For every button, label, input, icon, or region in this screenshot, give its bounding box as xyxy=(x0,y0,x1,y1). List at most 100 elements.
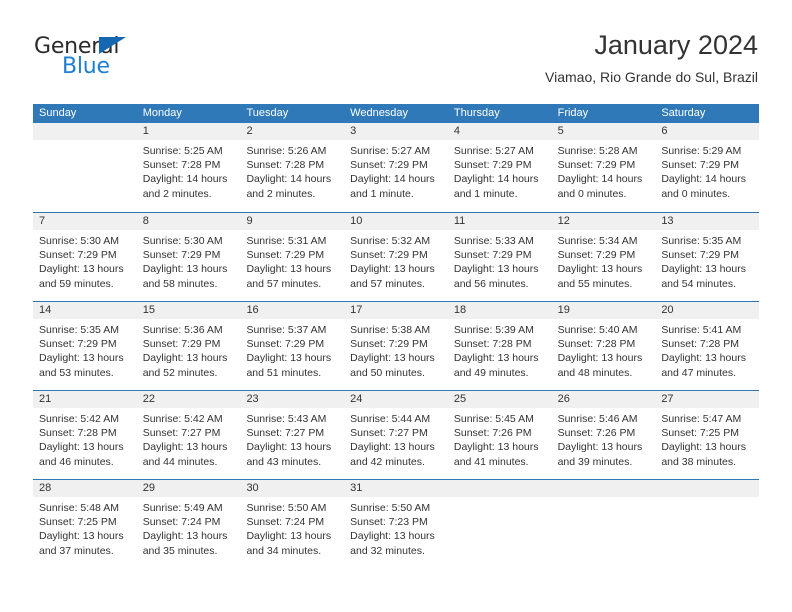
day-number: 25 xyxy=(453,393,467,405)
day-number-band: 10 xyxy=(344,213,448,230)
sunset-text: Sunset: 7:28 PM xyxy=(453,338,532,351)
day-detail: Sunrise: 5:30 AM Sunset: 7:29 PM Daylight:… xyxy=(33,230,137,291)
daylight-text: Daylight: 13 hours xyxy=(557,263,643,276)
weekday-header-wednesday: Wednesday xyxy=(350,107,409,119)
calendar-day-cell[interactable]: 3 Sunrise: 5:27 AM Sunset: 7:29 PM Daylight… xyxy=(344,123,448,212)
calendar-day-cell[interactable]: 31 Sunrise: 5:50 AM Sunset: 7:23 PM Dayligh… xyxy=(344,480,448,568)
calendar-day-cell[interactable]: 28 Sunrise: 5:48 AM Sunset: 7:25 PM Dayligh… xyxy=(33,480,137,568)
day-number: 13 xyxy=(661,215,674,227)
weekday-header-tuesday: Tuesday xyxy=(246,107,289,119)
calendar-day-cell[interactable]: 24 Sunrise: 5:44 AM Sunset: 7:27 PM Dayligh… xyxy=(344,391,448,479)
sunset-text: Sunset: 7:25 PM xyxy=(661,427,739,440)
day-detail: Sunrise: 5:38 AM Sunset: 7:29 PM Daylight:… xyxy=(344,319,448,380)
calendar-day-cell[interactable]: 29 Sunrise: 5:49 AM Sunset: 7:24 PM Dayligh… xyxy=(136,480,241,568)
day-number-band: 25 xyxy=(447,391,552,408)
calendar-day-cell[interactable]: 13 Sunrise: 5:35 AM Sunset: 7:29 PM Dayligh… xyxy=(655,213,760,301)
calendar-day-cell[interactable]: 19 Sunrise: 5:40 AM Sunset: 7:28 PM Dayligh… xyxy=(551,302,656,390)
day-number-band: 2 xyxy=(240,123,345,140)
calendar-day-cell[interactable]: 7 Sunrise: 5:30 AM Sunset: 7:29 PM Daylight… xyxy=(33,213,137,301)
sunset-text: Sunset: 7:27 PM xyxy=(246,427,325,440)
sunrise-text: Sunrise: 5:39 AM xyxy=(453,324,534,336)
sunset-text: Sunset: 7:29 PM xyxy=(350,249,428,262)
sunrise-text: Sunrise: 5:49 AM xyxy=(142,502,223,514)
day-number-band: 31 xyxy=(344,480,448,497)
brand-name-blue: Blue xyxy=(62,54,110,79)
calendar-day-cell[interactable]: 15 Sunrise: 5:36 AM Sunset: 7:29 PM Dayligh… xyxy=(136,302,241,390)
daylight-text: Daylight: 13 hours xyxy=(142,263,228,276)
calendar-day-cell[interactable]: 4 Sunrise: 5:27 AM Sunset: 7:29 PM Daylight… xyxy=(447,123,552,212)
calendar-day-cell[interactable]: 6 Sunrise: 5:29 AM Sunset: 7:29 PM Daylight… xyxy=(655,123,760,212)
weekday-header-thursday: Thursday xyxy=(453,107,500,119)
daylight-text: and 57 minutes. xyxy=(350,277,425,290)
day-number: 2 xyxy=(246,125,253,137)
daylight-text: Daylight: 13 hours xyxy=(350,352,435,365)
calendar-day-cell[interactable]: 10 Sunrise: 5:32 AM Sunset: 7:29 PM Dayligh… xyxy=(344,213,448,301)
sunrise-text: Sunrise: 5:34 AM xyxy=(557,235,638,247)
calendar-day-cell[interactable]: 30 Sunrise: 5:50 AM Sunset: 7:24 PM Dayligh… xyxy=(240,480,345,568)
day-detail: Sunrise: 5:26 AM Sunset: 7:28 PM Daylight:… xyxy=(240,140,344,201)
calendar-day-cell[interactable]: 25 Sunrise: 5:45 AM Sunset: 7:26 PM Dayligh… xyxy=(447,391,552,479)
calendar-day-cell[interactable]: 11 Sunrise: 5:33 AM Sunset: 7:29 PM Dayligh… xyxy=(447,213,552,301)
daylight-text: Daylight: 13 hours xyxy=(350,530,435,543)
day-detail: Sunrise: 5:29 AM Sunset: 7:29 PM Daylight:… xyxy=(655,140,759,201)
sunrise-text: Sunrise: 5:25 AM xyxy=(142,145,223,157)
sunset-text: Sunset: 7:29 PM xyxy=(39,249,117,262)
brand-logo[interactable]: General Blue xyxy=(34,36,254,94)
calendar-day-cell[interactable]: 21 Sunrise: 5:42 AM Sunset: 7:28 PM Dayligh… xyxy=(33,391,137,479)
day-number-band: 21 xyxy=(33,391,137,408)
calendar-day-cell[interactable]: 18 Sunrise: 5:39 AM Sunset: 7:28 PM Dayligh… xyxy=(447,302,552,390)
day-detail: Sunrise: 5:27 AM Sunset: 7:29 PM Daylight:… xyxy=(448,140,552,201)
calendar-day-cell[interactable]: 16 Sunrise: 5:37 AM Sunset: 7:29 PM Dayligh… xyxy=(240,302,345,390)
calendar-day-cell[interactable]: 1 Sunrise: 5:25 AM Sunset: 7:28 PM Daylight… xyxy=(136,123,241,212)
calendar-day-cell[interactable]: 8 Sunrise: 5:30 AM Sunset: 7:29 PM Daylight… xyxy=(136,213,241,301)
daylight-text: and 38 minutes. xyxy=(661,455,737,468)
day-detail: Sunrise: 5:33 AM Sunset: 7:29 PM Daylight:… xyxy=(448,230,552,291)
title-block: January 2024 Viamao, Rio Grande do Sul, … xyxy=(545,28,758,87)
day-number: 16 xyxy=(246,304,259,316)
calendar-day-cell[interactable]: 2 Sunrise: 5:26 AM Sunset: 7:28 PM Daylight… xyxy=(240,123,345,212)
calendar-day-cell[interactable]: 26 Sunrise: 5:46 AM Sunset: 7:26 PM Dayligh… xyxy=(551,391,656,479)
calendar-day-cell[interactable]: 5 Sunrise: 5:28 AM Sunset: 7:29 PM Daylight… xyxy=(551,123,656,212)
calendar-day-cell[interactable]: 9 Sunrise: 5:31 AM Sunset: 7:29 PM Daylight… xyxy=(240,213,345,301)
day-number-band: 24 xyxy=(344,391,448,408)
day-detail: Sunrise: 5:25 AM Sunset: 7:28 PM Daylight:… xyxy=(137,140,241,201)
sunset-text: Sunset: 7:27 PM xyxy=(142,427,221,440)
day-number: 15 xyxy=(142,304,155,316)
daylight-text: and 49 minutes. xyxy=(453,366,529,379)
calendar-day-cell[interactable]: 12 Sunrise: 5:34 AM Sunset: 7:29 PM Dayligh… xyxy=(551,213,656,301)
sunset-text: Sunset: 7:29 PM xyxy=(557,249,636,262)
sunrise-text: Sunrise: 5:43 AM xyxy=(246,413,327,425)
day-detail: Sunrise: 5:47 AM Sunset: 7:25 PM Daylight:… xyxy=(655,408,759,469)
sunset-text: Sunset: 7:29 PM xyxy=(246,338,325,351)
daylight-text: and 43 minutes. xyxy=(246,455,322,468)
calendar-day-cell[interactable]: 17 Sunrise: 5:38 AM Sunset: 7:29 PM Dayligh… xyxy=(344,302,448,390)
sunset-text: Sunset: 7:28 PM xyxy=(557,338,636,351)
calendar-day-cell[interactable]: 20 Sunrise: 5:41 AM Sunset: 7:28 PM Dayligh… xyxy=(655,302,760,390)
day-number-band xyxy=(551,480,656,497)
weekday-header-row: Sunday Monday Tuesday Wednesday Thursday Frid… xyxy=(33,104,759,123)
calendar-week-row: 14 Sunrise: 5:35 AM Sunset: 7:29 PM Dayligh… xyxy=(33,301,760,390)
daylight-text: Daylight: 14 hours xyxy=(142,173,228,186)
day-number: 3 xyxy=(350,125,357,137)
daylight-text: Daylight: 13 hours xyxy=(661,263,746,276)
sunrise-text: Sunrise: 5:50 AM xyxy=(350,502,431,514)
daylight-text: Daylight: 13 hours xyxy=(557,352,643,365)
daylight-text: and 58 minutes. xyxy=(142,277,218,290)
daylight-text: and 41 minutes. xyxy=(453,455,529,468)
daylight-text: and 1 minute. xyxy=(350,187,414,200)
day-number-band: 23 xyxy=(240,391,345,408)
calendar-day-cell[interactable]: 23 Sunrise: 5:43 AM Sunset: 7:27 PM Dayligh… xyxy=(240,391,345,479)
daylight-text: and 0 minutes. xyxy=(557,187,627,200)
day-number-band: 5 xyxy=(551,123,656,140)
daylight-text: and 1 minute. xyxy=(453,187,518,200)
calendar-day-cell[interactable]: 14 Sunrise: 5:35 AM Sunset: 7:29 PM Dayligh… xyxy=(33,302,137,390)
calendar-day-cell[interactable]: 27 Sunrise: 5:47 AM Sunset: 7:25 PM Dayligh… xyxy=(655,391,760,479)
day-number-band: 8 xyxy=(136,213,241,230)
day-detail: Sunrise: 5:42 AM Sunset: 7:27 PM Daylight:… xyxy=(137,408,241,469)
day-number-band: 28 xyxy=(33,480,137,497)
day-number-band: 7 xyxy=(33,213,137,230)
day-detail: Sunrise: 5:50 AM Sunset: 7:23 PM Daylight:… xyxy=(344,497,448,558)
day-number-band: 1 xyxy=(136,123,241,140)
calendar-day-cell[interactable]: 22 Sunrise: 5:42 AM Sunset: 7:27 PM Dayligh… xyxy=(136,391,241,479)
day-detail: Sunrise: 5:42 AM Sunset: 7:28 PM Daylight:… xyxy=(33,408,137,469)
